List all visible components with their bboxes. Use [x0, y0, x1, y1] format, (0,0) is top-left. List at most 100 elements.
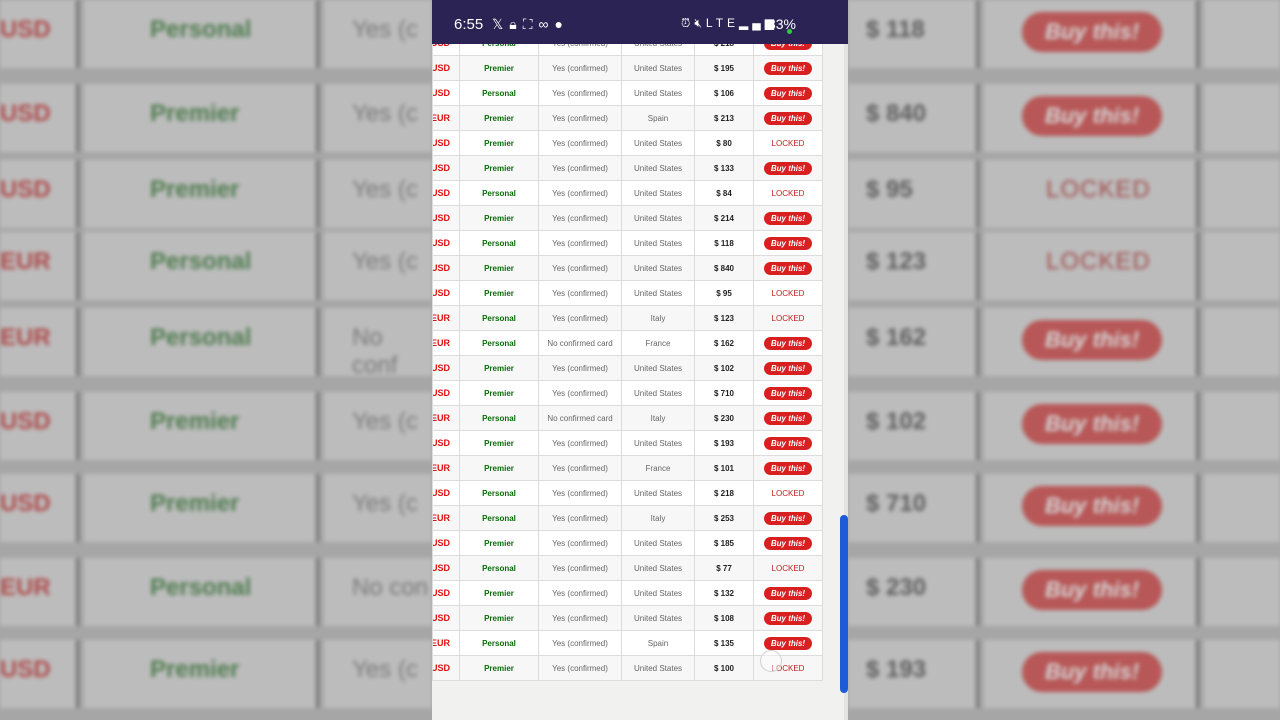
card-confirmation-cell: Yes (confirmed) [538, 505, 622, 531]
table-row: USD Premier Yes (confirmed) United States $ … [432, 130, 823, 156]
buy-button[interactable]: Buy this! [763, 236, 813, 250]
table-row: USDPersonalYes (confirmed)United States$… [432, 180, 823, 206]
buy-button[interactable]: Buy this! [763, 336, 813, 350]
background-row: USD Premier Yes (c [0, 640, 432, 712]
bg-cell [1204, 84, 1280, 152]
table-row: EUR Personal Yes (confirmed) Italy $ 253 Buy … [432, 505, 823, 531]
country-cell: Spain [621, 105, 695, 131]
country-cell: United States [621, 205, 695, 231]
currency-cell: USD [432, 555, 460, 581]
buy-button[interactable]: Buy this! [763, 436, 813, 450]
buy-button[interactable]: Buy this! [763, 611, 813, 625]
price-cell: $ 840 [694, 255, 754, 281]
plan-cell: Personal [459, 330, 539, 356]
card-confirmation-cell: Yes (confirmed) [538, 555, 622, 581]
card-confirmation-cell: Yes (confirmed) [538, 230, 622, 256]
plan-cell: Personal [459, 505, 539, 531]
status-bar: 6:55 𝕏🔒︎⛶∞● ⏰︎🔇︎LTE▂▄▆ 33% [432, 0, 848, 44]
bg-confirmation: Yes (c [352, 408, 418, 435]
drop-icon: ● [554, 16, 569, 32]
action-cell: Buy this! [753, 530, 823, 556]
bg-cell [1204, 0, 1280, 68]
alarm-icon: ⏰︎ [680, 16, 695, 30]
action-cell: Buy this! [753, 80, 823, 106]
buy-button[interactable]: Buy this! [763, 411, 813, 425]
currency-cell: USD [432, 205, 460, 231]
action-cell: LOCKED [753, 305, 823, 331]
bg-plan: Premier [150, 176, 240, 203]
bg-currency: USD [0, 408, 51, 435]
locked-label: LOCKED [771, 488, 805, 498]
action-cell: Buy this! [753, 105, 823, 131]
infinity-icon: ∞ [538, 16, 555, 32]
table-row: USD Premier Yes (confirmed) United States $ … [432, 580, 823, 606]
price-cell: $ 101 [694, 455, 754, 481]
bg-plan: Premier [150, 100, 240, 127]
buy-button[interactable]: Buy this! [763, 511, 813, 525]
background-left-blur: USD Personal Yes (c USD Premier Yes (c USD Prem… [0, 0, 432, 720]
bg-price: $ 840 [866, 100, 927, 127]
background-row: USD Premier Yes (c [0, 160, 432, 232]
buy-button[interactable]: Buy this! [763, 536, 813, 550]
bg-cell [1204, 474, 1280, 542]
card-confirmation-cell: Yes (confirmed) [538, 205, 622, 231]
plan-cell: Premier [459, 380, 539, 406]
locked-label: LOCKED [771, 188, 805, 198]
country-cell: United States [621, 355, 695, 381]
accounts-table-container[interactable]: USDPersonalYes (confirmed)United States$… [432, 30, 823, 681]
action-cell: LOCKED [753, 130, 823, 156]
buy-button[interactable]: Buy this! [763, 161, 813, 175]
bg-confirmation: Yes (c [352, 490, 418, 517]
buy-button[interactable]: Buy this! [763, 211, 813, 225]
buy-button[interactable]: Buy this! [763, 461, 813, 475]
action-cell: Buy this! [753, 405, 823, 431]
country-cell: United States [621, 655, 695, 681]
country-cell: United States [621, 555, 695, 581]
country-cell: United States [621, 480, 695, 506]
card-confirmation-cell: Yes (confirmed) [538, 155, 622, 181]
plan-cell: Personal [459, 405, 539, 431]
buy-button[interactable]: Buy this! [763, 636, 813, 650]
buy-button[interactable]: Buy this! [763, 86, 813, 100]
buy-button[interactable]: Buy this! [763, 586, 813, 600]
buy-button[interactable]: Buy this! [763, 386, 813, 400]
card-confirmation-cell: Yes (confirmed) [538, 580, 622, 606]
price-cell: $ 213 [694, 105, 754, 131]
buy-button[interactable]: Buy this! [763, 111, 813, 125]
background-row: EUR Personal No conf [0, 308, 432, 380]
table-row: USD Premier Yes (confirmed) United States $ … [432, 530, 823, 556]
scrollbar-thumb[interactable] [840, 515, 848, 693]
country-cell: France [621, 330, 695, 356]
table-row: USD Premier Yes (confirmed) United States $ … [432, 380, 823, 406]
bg-currency: USD [0, 16, 51, 43]
touch-indicator-icon [760, 650, 782, 672]
buy-button[interactable]: Buy this! [763, 361, 813, 375]
action-cell: Buy this! [753, 355, 823, 381]
currency-cell: USD [432, 230, 460, 256]
bg-price: $ 102 [866, 408, 927, 435]
currency-cell: USD [432, 155, 460, 181]
price-cell: $ 118 [694, 230, 754, 256]
background-row: $ 102 Buy this! [848, 392, 1280, 464]
status-left-icons: 𝕏🔒︎⛶∞● [492, 16, 569, 33]
country-cell: United States [621, 380, 695, 406]
card-confirmation-cell: Yes (confirmed) [538, 80, 622, 106]
currency-cell: USD [432, 655, 460, 681]
plan-cell: Premier [459, 430, 539, 456]
card-confirmation-cell: Yes (confirmed) [538, 105, 622, 131]
lte-icon: LTE [705, 16, 740, 30]
buy-button[interactable]: Buy this! [763, 261, 813, 275]
action-cell: Buy this! [753, 605, 823, 631]
bg-locked-label: LOCKED [1046, 176, 1151, 203]
plan-cell: Personal [459, 180, 539, 206]
card-confirmation-cell: Yes (confirmed) [538, 305, 622, 331]
card-confirmation-cell: Yes (confirmed) [538, 480, 622, 506]
price-cell: $ 80 [694, 130, 754, 156]
country-cell: United States [621, 130, 695, 156]
price-cell: $ 162 [694, 330, 754, 356]
action-cell: LOCKED [753, 480, 823, 506]
buy-button[interactable]: Buy this! [763, 61, 813, 75]
price-cell: $ 230 [694, 405, 754, 431]
action-cell: LOCKED [753, 180, 823, 206]
background-row: USD Personal Yes (c [0, 0, 432, 72]
